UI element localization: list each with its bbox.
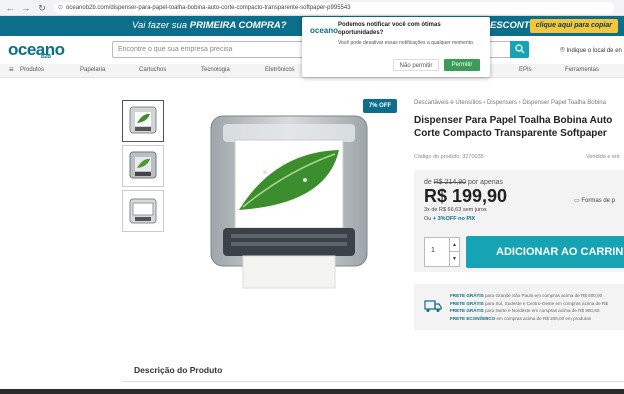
quantity-increase-icon[interactable]: ▲ <box>449 238 459 252</box>
old-price: de R$ 214,90 por apenas <box>424 179 504 186</box>
shipping-line: FRETE GRÁTIS para Grande São Paulo em co… <box>450 293 603 298</box>
price-box: de R$ 214,90 por apenas R$ 199,90 3x de … <box>414 170 624 272</box>
sold-by: Vendido e ent <box>586 154 620 160</box>
shipping-lines: FRETE GRÁTIS para Grande São Paulo em co… <box>450 292 608 322</box>
shipping-line: FRETE GRÁTIS para Norte e Nordeste em co… <box>450 308 600 313</box>
address-bar[interactable]: ⊙ oceanob2b.com/dispenser-para-papel-toa… <box>54 1 614 14</box>
dispenser-thumb-image <box>129 198 157 224</box>
quantity-value[interactable]: 1 <box>431 247 435 254</box>
taskbar <box>0 389 624 394</box>
location-pin-icon: ⌾ <box>560 45 565 54</box>
discount-badge: 7% OFF <box>363 99 397 113</box>
payment-methods-link[interactable]: ▭ Formas de p <box>574 197 615 204</box>
logo-sub: B2B <box>41 54 52 60</box>
nav-item-papelaria[interactable]: Papelaria <box>80 67 105 73</box>
quantity-stepper[interactable]: 1 ▲ ▼ <box>424 237 460 267</box>
dispenser-thumb-image <box>129 151 157 179</box>
truck-icon <box>424 300 442 312</box>
shipping-line: FRETE GRÁTIS para Sul, Sudeste e Centro-… <box>450 300 608 306</box>
promo-copy-button[interactable]: clique aqui para copiar <box>529 19 618 33</box>
back-icon[interactable]: ← <box>4 2 16 14</box>
product-code: Código do produto: 3270035 <box>414 154 484 160</box>
deny-notifications-button[interactable]: Não permitir <box>393 59 439 71</box>
reload-icon[interactable]: ↻ <box>36 2 48 14</box>
product-title: Dispenser Para Papel Toalha Bobina Auto … <box>414 115 613 139</box>
nav-item-cartuchos[interactable]: Cartuchos <box>139 67 166 73</box>
product-thumbnail-1[interactable] <box>122 100 164 142</box>
add-to-cart-button[interactable]: ADICIONAR AO CARRINHO <box>466 236 624 268</box>
shipping-line: FRETE ECONÔMICO em compras acima de R$ 2… <box>450 315 591 321</box>
quantity-decrease-icon[interactable]: ▼ <box>449 252 459 266</box>
shipping-info: FRETE GRÁTIS para Grande São Paulo em co… <box>414 284 624 330</box>
promo-text: Vai fazer sua PRIMEIRA COMPRA? <box>132 20 287 31</box>
card-icon: ▭ <box>574 198 580 204</box>
current-price: R$ 199,90 <box>424 186 508 206</box>
location-selector[interactable]: ⌾ Indique o local de en <box>560 45 622 55</box>
nav-item-ferramentas[interactable]: Ferramentas <box>565 67 599 73</box>
url-text: oceanob2b.com/dispenser-para-papel-toalh… <box>66 4 351 11</box>
product-main-image[interactable] <box>205 112 373 292</box>
notification-logo: oceano <box>310 26 339 35</box>
menu-icon[interactable]: ≡ <box>9 65 14 74</box>
site-logo[interactable]: oceano <box>8 40 65 60</box>
browser-toolbar: ← → ↻ ⊙ oceanob2b.com/dispenser-para-pap… <box>0 0 624 16</box>
nav-item-produtos[interactable]: Produtos <box>20 67 44 73</box>
search-button[interactable] <box>510 41 529 58</box>
site-info-icon[interactable]: ⊙ <box>58 4 63 11</box>
nav-item-epis[interactable]: EPIs <box>519 67 532 73</box>
divider <box>122 381 624 382</box>
product-thumbnail-3[interactable] <box>122 190 164 232</box>
notification-prompt: oceano Podemos notificar você com ótimas… <box>302 17 490 77</box>
search-icon <box>514 44 524 54</box>
pix-discount: Ou + 3%OFF no PIX <box>424 216 476 222</box>
dispenser-thumb-image <box>129 106 157 134</box>
nav-item-tecnologia[interactable]: Tecnologia <box>201 67 230 73</box>
forward-icon[interactable]: → <box>20 2 32 14</box>
product-thumbnail-2[interactable] <box>122 145 164 187</box>
installments: 3x de R$ 66,63 sem juros <box>424 207 487 213</box>
breadcrumb[interactable]: Descartáveis e Utensílios › Dispensers ›… <box>414 100 606 106</box>
nav-item-eletronicos[interactable]: Eletrônicos <box>265 67 295 73</box>
allow-notifications-button[interactable]: Permitir <box>444 59 480 71</box>
notification-title: Podemos notificar você com ótimas oportu… <box>338 22 441 36</box>
notification-text: Você pode desativar essas notificações a… <box>338 40 475 46</box>
description-heading: Descrição do Produto <box>134 365 223 375</box>
